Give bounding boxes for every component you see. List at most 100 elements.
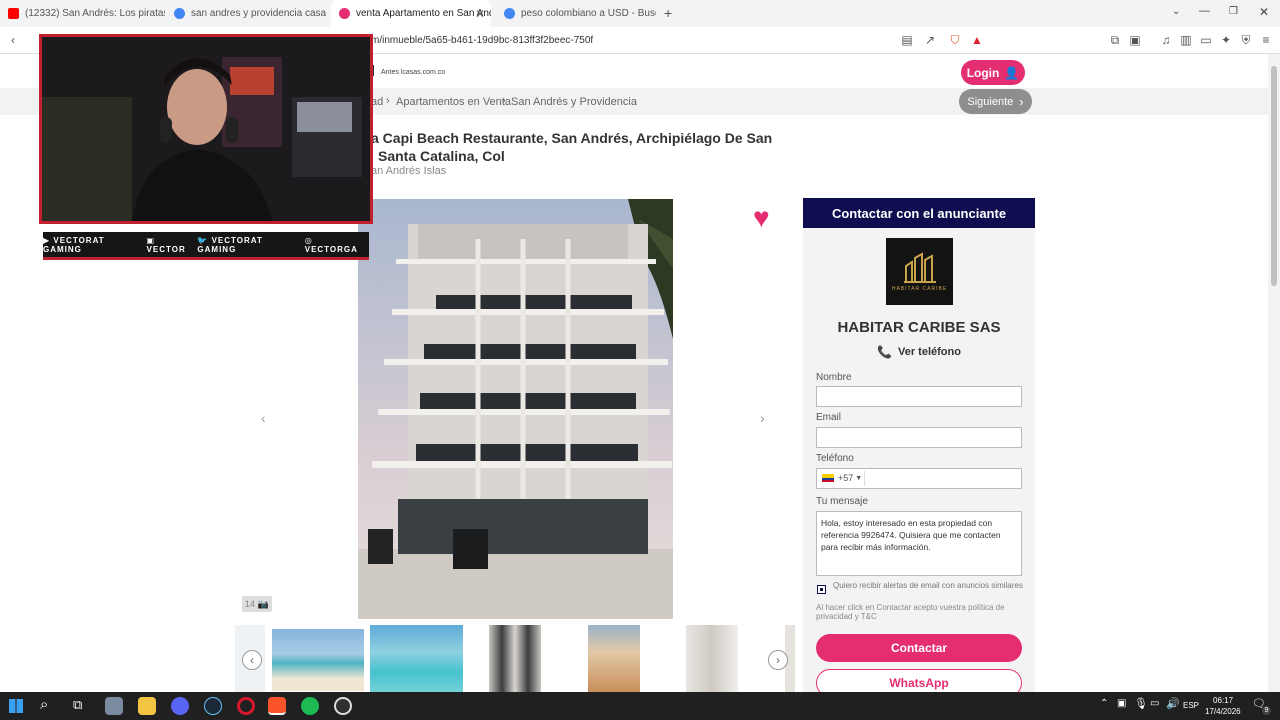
favorite-heart-icon[interactable]: ♥: [753, 204, 770, 232]
breadcrumb-item[interactable]: Apartamentos en Venta: [396, 96, 511, 108]
language-indicator[interactable]: ESP: [1183, 701, 1199, 710]
network-icon[interactable]: ▭: [1150, 698, 1159, 709]
thumbnail[interactable]: [272, 629, 364, 691]
contact-submit-button[interactable]: Contactar: [816, 634, 1022, 662]
task-view-icon[interactable]: ⧉: [73, 697, 82, 713]
next-button[interactable]: Siguiente ›: [959, 89, 1032, 114]
show-phone-button[interactable]: 📞 Ver teléfono: [803, 345, 1035, 359]
thumbnail[interactable]: [588, 625, 640, 692]
steam-icon[interactable]: [204, 697, 222, 715]
restore-icon[interactable]: ❐: [1229, 6, 1238, 17]
instagram-link: ◎ VECTORGA: [304, 235, 358, 254]
listing-title: a Capi Beach Restaurante, San Andrés, Ar…: [371, 130, 773, 146]
scrollbar[interactable]: [1268, 54, 1280, 692]
reader-icon[interactable]: ▤: [899, 32, 915, 48]
brave-icon[interactable]: [268, 697, 286, 715]
phone-field[interactable]: +57 ▼: [816, 468, 1022, 489]
back-icon[interactable]: ‹: [5, 32, 21, 48]
tab-listing[interactable]: venta Apartamento en San Andr ✕: [331, 0, 491, 27]
webcam-overlay: [39, 34, 373, 224]
tab-google-search[interactable]: san andres y providencia casa en ven: [166, 0, 329, 27]
close-icon[interactable]: ✕: [475, 7, 485, 21]
opera-icon[interactable]: [237, 697, 255, 715]
chevron-right-icon: ›: [386, 95, 390, 107]
rewards-icon[interactable]: ▲: [969, 32, 985, 48]
brave-shield-icon[interactable]: ⛉: [947, 32, 963, 48]
user-icon: 👤: [1004, 65, 1020, 80]
next-photo-arrow[interactable]: ›: [760, 410, 765, 426]
youtube-link: ▶ VECTORAT GAMING: [43, 235, 105, 254]
tray-chevron-icon[interactable]: ⌃: [1100, 698, 1108, 709]
wallet-icon[interactable]: ▭: [1198, 32, 1214, 48]
next-label: Siguiente: [967, 95, 1014, 108]
name-field[interactable]: [816, 386, 1022, 407]
twitch-icon: ▣: [146, 235, 156, 245]
name-label: Nombre: [816, 372, 852, 383]
message-field[interactable]: Hola, estoy interesado en esta propiedad…: [816, 511, 1022, 576]
country-selector[interactable]: +57 ▼: [822, 473, 862, 483]
site-icon: [339, 8, 350, 19]
email-field[interactable]: [816, 427, 1022, 448]
contact-submit-label: Contactar: [890, 641, 947, 655]
thumbnails-prev-button[interactable]: ‹: [242, 650, 262, 670]
chevron-right-icon: ›: [1019, 94, 1024, 109]
login-button[interactable]: Login 👤: [961, 60, 1025, 85]
speaker-icon[interactable]: 🔊: [1166, 697, 1180, 710]
file-explorer-icon[interactable]: [138, 697, 156, 715]
leo-icon[interactable]: ✦: [1218, 32, 1234, 48]
tab-youtube[interactable]: (12332) San Andrés: Los piratas del C: [0, 0, 165, 27]
microphone-icon[interactable]: 🎙: [1134, 697, 1148, 710]
webcam-feed: [42, 37, 370, 221]
prev-photo-arrow[interactable]: ‹: [261, 410, 266, 426]
new-tab-button[interactable]: +: [664, 5, 672, 21]
whatsapp-label: WhatsApp: [889, 676, 949, 690]
alerts-checkbox[interactable]: [817, 585, 826, 594]
sidebar-icon[interactable]: ▥: [1178, 32, 1194, 48]
tab-title: venta Apartamento en San Andr: [356, 8, 491, 19]
search-icon[interactable]: ⌕: [40, 696, 48, 713]
discord-icon[interactable]: [171, 697, 189, 715]
clock-date[interactable]: 17/4/2026: [1205, 707, 1241, 716]
start-icon[interactable]: [9, 699, 23, 713]
social-links-bar: ▶ VECTORAT GAMING ▣ VECTOR 🐦 VECTORAT GA…: [43, 232, 369, 260]
thumbnail[interactable]: [489, 625, 541, 692]
message-label: Tu mensaje: [816, 496, 868, 507]
breadcrumb-item[interactable]: San Andrés y Providencia: [511, 96, 637, 108]
whatsapp-button[interactable]: WhatsApp: [816, 669, 1022, 692]
clock-time[interactable]: 06:17: [1213, 696, 1233, 705]
thumbnail[interactable]: [370, 625, 463, 692]
music-icon[interactable]: ♫: [1158, 32, 1174, 48]
contact-header: Contactar con el anunciante: [803, 198, 1035, 228]
instagram-icon: ◎: [304, 235, 313, 245]
email-label: Email: [816, 412, 842, 423]
scrollbar-thumb[interactable]: [1271, 66, 1277, 286]
app-icon[interactable]: [105, 697, 123, 715]
menu-icon[interactable]: ≡: [1258, 32, 1274, 48]
alerts-label[interactable]: Quiero recibir alertas de email con anun…: [833, 581, 1023, 590]
thumbnails-next-button[interactable]: ›: [768, 650, 788, 670]
tab-currency[interactable]: peso colombiano a USD - Buscar con: [496, 0, 656, 27]
notifications-count: 9: [1262, 706, 1271, 715]
share-icon[interactable]: ↗: [922, 32, 938, 48]
photo-count: 14: [244, 599, 255, 609]
tray-icon[interactable]: ▣: [1117, 698, 1126, 709]
vpn-icon[interactable]: ⛨: [1238, 32, 1254, 48]
close-window-icon[interactable]: ✕: [1259, 5, 1269, 19]
company-name: HABITAR CARIBE SAS: [837, 319, 1001, 336]
youtube-icon: ▶: [43, 235, 54, 245]
thumbnail[interactable]: [686, 625, 738, 692]
twitch-link: ▣ VECTOR: [146, 235, 186, 254]
minimize-icon[interactable]: —: [1199, 5, 1210, 17]
company-logo[interactable]: HABITAR CARIBE: [886, 238, 953, 305]
spotify-icon[interactable]: [301, 697, 319, 715]
main-photo[interactable]: [358, 199, 673, 619]
obs-icon[interactable]: [334, 697, 352, 715]
chevron-right-icon: ›: [502, 95, 506, 107]
taskbar: ⌕ ⧉ ⌃ ▣ 🎙 ▭ 🔊 ESP 06:17 17/4/2026 🗨 9: [0, 692, 1280, 720]
extensions-icon[interactable]: ⧉: [1107, 32, 1123, 48]
contact-header-text: Contactar con el anunciante: [831, 205, 1007, 221]
tab-list-icon[interactable]: ⌄: [1172, 6, 1180, 17]
message-text: Hola, estoy interesado en esta propiedad…: [821, 518, 1001, 552]
dial-code: +57: [838, 473, 854, 483]
media-icon[interactable]: ▣: [1127, 32, 1143, 48]
